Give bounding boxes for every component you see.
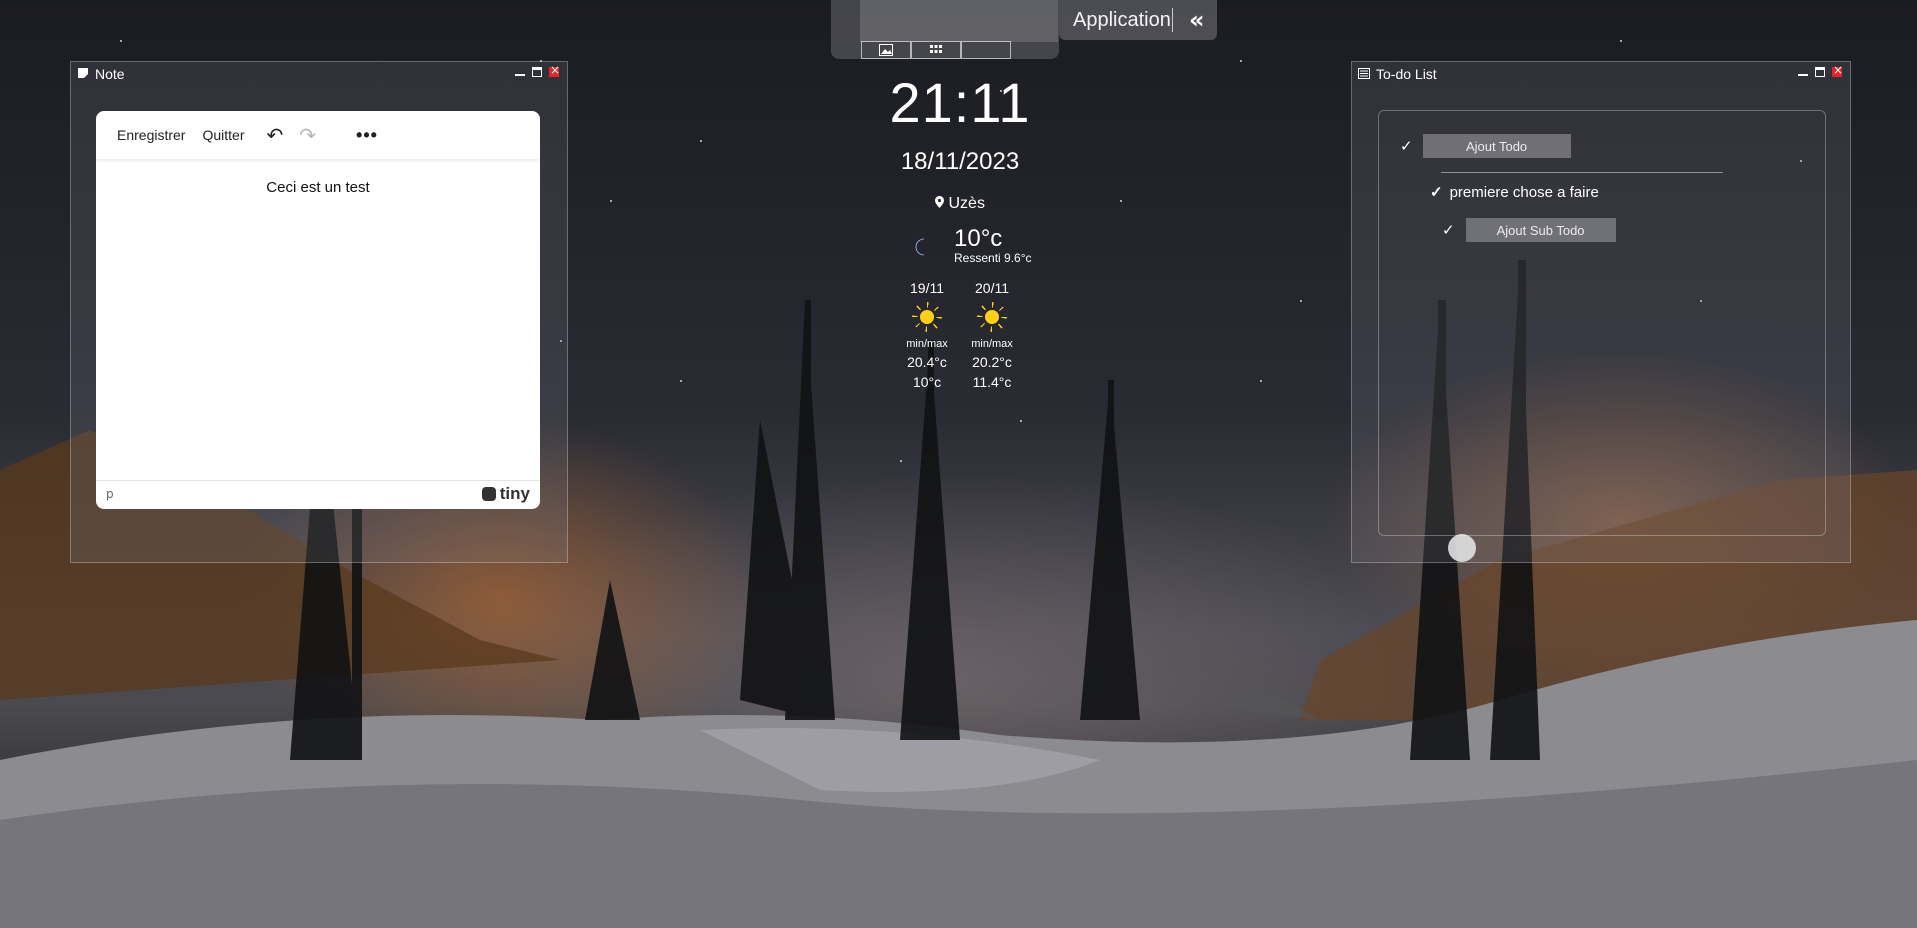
add-todo-row: ✓ Ajout Todo [1400, 134, 1571, 158]
tiny-icon [481, 487, 496, 501]
double-chevron-left-icon[interactable]: « [1189, 6, 1205, 34]
sun-icon [912, 302, 942, 332]
forecast-minmax-label: min/max [971, 338, 1013, 350]
note-editor: Enregistrer Quitter ↶ ↷ ••• Ceci est un … [96, 111, 540, 509]
sun-icon [977, 302, 1007, 332]
moon-icon [910, 236, 932, 258]
feels-like: Ressenti 9.6°c [954, 251, 1032, 265]
editor-statusbar: p tiny [96, 480, 540, 509]
checkmark-icon[interactable]: ✓ [1442, 221, 1455, 239]
topbar-inner-panel [860, 0, 1058, 42]
close-icon[interactable] [549, 63, 560, 77]
add-sub-todo-row: ✓ Ajout Sub Todo [1442, 218, 1616, 242]
checkmark-icon[interactable]: ✓ [1430, 183, 1443, 201]
note-title-label: Note [95, 66, 125, 82]
note-window-title[interactable]: Note [77, 66, 125, 82]
add-sub-todo-button[interactable]: Ajout Sub Todo [1465, 218, 1616, 242]
forecast-date: 20/11 [975, 280, 1009, 296]
image-icon[interactable] [861, 41, 911, 59]
window-controls [1798, 63, 1843, 77]
divider [1172, 8, 1173, 32]
checkmark-icon[interactable]: ✓ [1400, 137, 1413, 155]
close-icon[interactable] [1832, 63, 1843, 77]
redo-icon[interactable]: ↷ [299, 123, 316, 148]
location: Uzès [830, 195, 1090, 213]
todo-item: ✓ premiere chose a faire [1430, 183, 1599, 202]
topbar-tabs [861, 41, 1011, 59]
application-label[interactable]: Application [1073, 9, 1171, 32]
element-path[interactable]: p [106, 487, 114, 501]
forecast-day: 19/11 min/max 20.4°c 10°c [897, 280, 957, 390]
todo-item-text[interactable]: premiere chose a faire [1450, 184, 1599, 201]
clock-date: 18/11/2023 [900, 148, 1020, 175]
clock-time: 21:11 [889, 71, 1031, 134]
location-pin-icon [935, 195, 948, 212]
minimize-icon[interactable] [515, 68, 525, 76]
forecast-max: 20.2°c [972, 354, 1012, 370]
add-todo-button[interactable]: Ajout Todo [1422, 134, 1571, 158]
todo-panel [1378, 110, 1826, 536]
todo-title-label: To-do List [1376, 66, 1437, 82]
forecast-minmax-label: min/max [906, 338, 948, 350]
forecast-max: 20.4°c [907, 354, 947, 370]
location-label: Uzès [948, 195, 985, 212]
forecast-date: 19/11 [910, 280, 944, 296]
save-button[interactable]: Enregistrer [117, 127, 185, 143]
current-temperature: 10°c [954, 225, 1003, 252]
tiny-brand-label: tiny [499, 484, 530, 503]
tiny-logo[interactable]: tiny [481, 484, 530, 504]
more-icon[interactable]: ••• [356, 125, 378, 146]
note-icon [77, 66, 89, 82]
quit-button[interactable]: Quitter [202, 127, 244, 143]
undo-icon[interactable]: ↶ [266, 123, 283, 148]
grid-icon[interactable] [911, 41, 961, 59]
list-icon [1358, 66, 1370, 82]
forecast-min: 10°c [912, 374, 942, 390]
forecast-min: 11.4°c [972, 374, 1012, 390]
maximize-icon[interactable] [532, 67, 542, 77]
maximize-icon[interactable] [1815, 67, 1825, 77]
todo-window-title[interactable]: To-do List [1358, 66, 1437, 82]
minimize-icon[interactable] [1798, 68, 1808, 76]
window-controls [515, 63, 560, 77]
blank-tab[interactable] [961, 41, 1011, 59]
forecast-day: 20/11 min/max 20.2°c 11.4°c [962, 280, 1022, 390]
divider [1441, 172, 1723, 173]
editor-content[interactable]: Ceci est un test [96, 179, 540, 196]
editor-toolbar: Enregistrer Quitter ↶ ↷ ••• [96, 111, 540, 159]
